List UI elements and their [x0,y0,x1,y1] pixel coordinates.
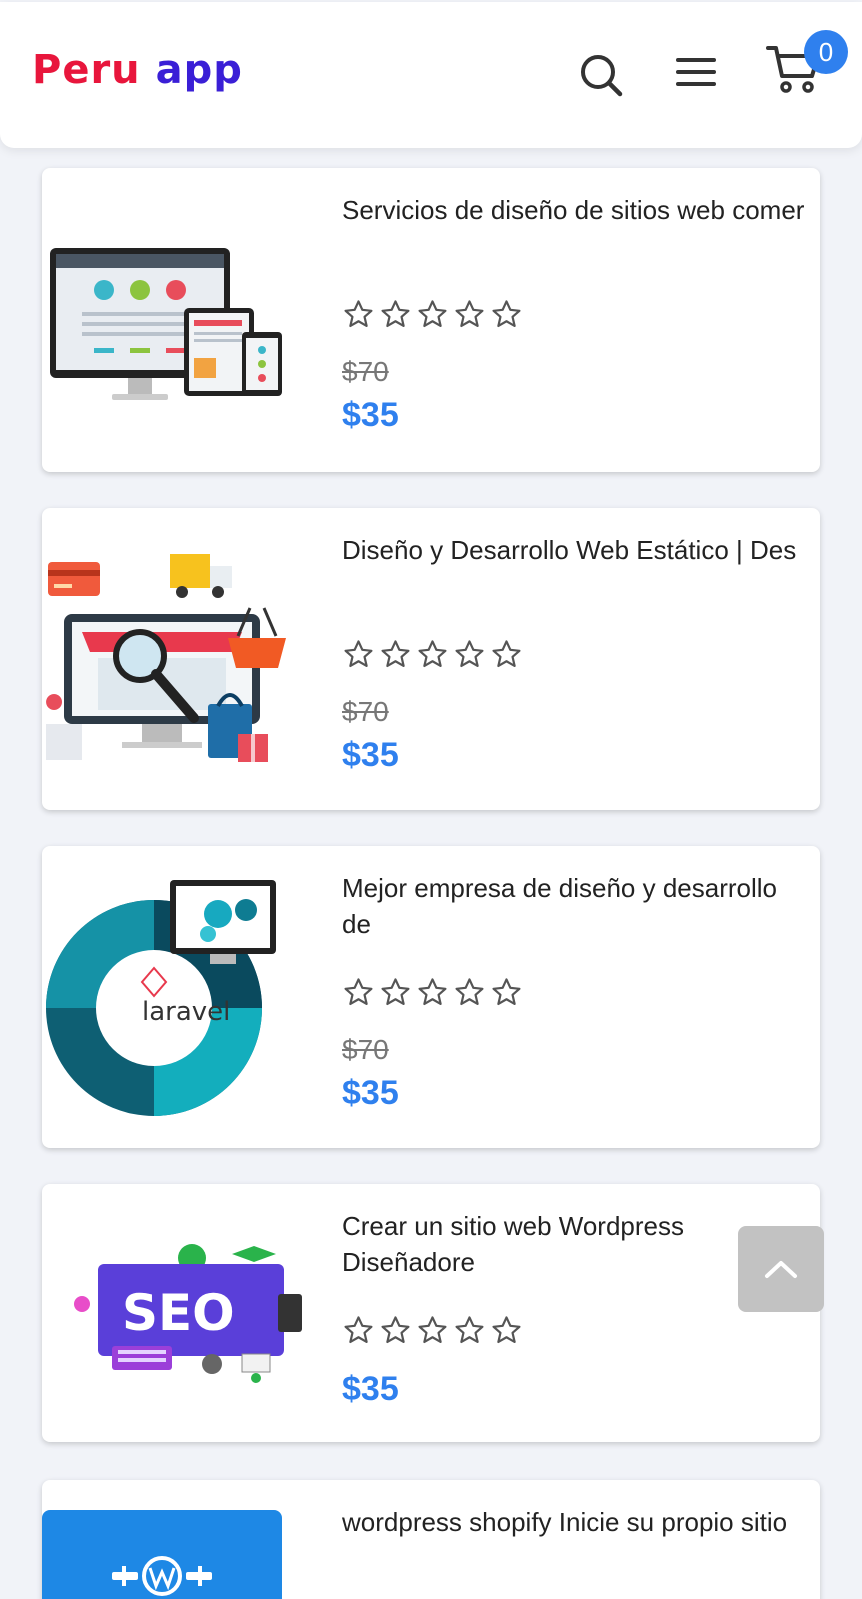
star-icon [418,300,447,328]
star-icon [381,1316,410,1344]
star-icon [381,978,410,1006]
price: $35 [342,736,399,774]
star-icon [492,300,521,328]
hamburger-menu-icon[interactable] [674,52,718,92]
product-image [42,1510,282,1599]
scroll-to-top-button[interactable] [738,1226,824,1312]
chevron-up-icon [765,1261,797,1278]
cart-count-badge: 0 [804,30,848,74]
laravel-wordmark: laravel [142,997,230,1027]
product-title[interactable]: wordpress shopify Inicie su propio sitio [342,1504,812,1540]
logo-part2: app [155,47,243,93]
product-image: SEO [74,1244,302,1383]
product-image [46,554,286,762]
star-icon [492,978,521,1006]
star-icon [492,1316,521,1344]
product-title[interactable]: Mejor empresa de diseño y desarrollo de [342,870,812,942]
price: $35 [342,1370,399,1408]
app-logo[interactable]: Peru app [32,50,243,90]
star-icon [344,640,373,668]
product-card[interactable]: laravel Mejor empresa de diseño y desarr… [42,846,820,1148]
star-icon [418,1316,447,1344]
product-card[interactable]: wordpress shopify Inicie su propio sitio [42,1480,820,1599]
product-title[interactable]: Servicios de diseño de sitios web comer [342,192,812,228]
rating-stars [342,1314,523,1347]
product-card[interactable]: Diseño y Desarrollo Web Estático | Des $… [42,508,820,810]
rating-stars [342,638,523,671]
star-icon [344,978,373,1006]
logo-part1: Peru [32,47,141,93]
star-icon [344,1316,373,1344]
old-price: $70 [342,356,389,387]
search-icon[interactable] [578,52,626,100]
seo-text: SEO [122,1284,235,1342]
star-icon [455,1316,484,1344]
price: $35 [342,1074,399,1112]
product-image: laravel [46,880,276,1116]
star-icon [418,640,447,668]
star-icon [492,640,521,668]
star-icon [455,978,484,1006]
rating-stars [342,976,523,1009]
old-price: $70 [342,696,389,727]
old-price: $70 [342,1034,389,1065]
star-icon [381,640,410,668]
star-icon [455,640,484,668]
star-icon [344,300,373,328]
product-card[interactable]: Servicios de diseño de sitios web comer … [42,168,820,472]
price: $35 [342,396,399,434]
rating-stars [342,298,523,331]
product-title[interactable]: Diseño y Desarrollo Web Estático | Des [342,532,812,568]
star-icon [418,978,447,1006]
product-image [50,248,282,400]
star-icon [381,300,410,328]
product-card[interactable]: SEO Crear un sitio web Wordpress Diseñad… [42,1184,820,1442]
app-header: Peru app 0 [0,2,862,148]
star-icon [455,300,484,328]
